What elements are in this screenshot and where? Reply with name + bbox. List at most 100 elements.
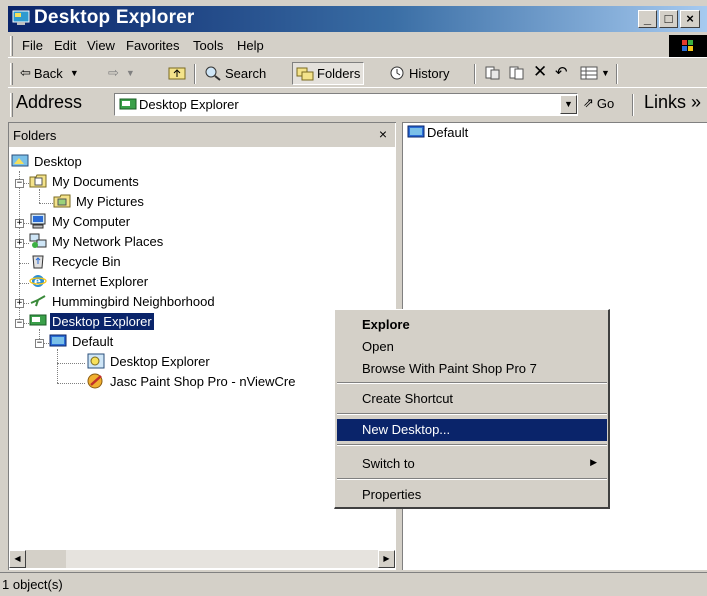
move-to-button[interactable] (484, 65, 502, 81)
folders-button[interactable]: Folders (292, 62, 365, 85)
desktop-explorer-app-icon[interactable] (12, 10, 30, 26)
context-menu-switch-to[interactable]: Switch to ▶ (337, 453, 607, 475)
tree-item-my-pictures[interactable]: My Pictures (53, 191, 146, 211)
scroll-left-button[interactable]: ◀ (9, 550, 26, 568)
internet-explorer-icon: e (29, 275, 47, 288)
links-button[interactable]: Links » (644, 92, 701, 113)
tree-item-paint-shop-pro[interactable]: Jasc Paint Shop Pro - nViewCre (87, 371, 297, 391)
history-label: History (409, 65, 450, 81)
status-text: 1 object(s) (2, 577, 63, 592)
copy-to-button[interactable] (508, 65, 526, 81)
svg-text:e: e (34, 275, 41, 288)
tree-item-label: My Network Places (52, 233, 164, 249)
address-grip[interactable] (10, 93, 13, 117)
menu-favorites[interactable]: Favorites (126, 38, 179, 53)
content-item-label: Default (427, 124, 469, 140)
explorer-window: Desktop Explorer _ □ × File Edit View Fa… (0, 0, 707, 596)
expand-network-places-toggle[interactable]: + (15, 239, 24, 248)
folders-horizontal-scrollbar[interactable]: ◀ ▶ (9, 550, 395, 568)
tree-item-my-computer[interactable]: My Computer (29, 211, 132, 231)
history-icon (390, 66, 404, 80)
content-item-default[interactable]: Default (407, 124, 468, 140)
tree-connector (39, 203, 53, 204)
hummingbird-icon (30, 295, 46, 307)
context-menu-new-desktop[interactable]: New Desktop... (337, 419, 607, 441)
desktop-folder-icon (407, 125, 425, 138)
scroll-thumb[interactable] (26, 550, 66, 568)
maximize-button[interactable]: □ (659, 10, 678, 28)
tree-item-my-documents[interactable]: My Documents (29, 171, 141, 191)
title-bar[interactable]: Desktop Explorer _ □ × (8, 6, 707, 32)
menu-tools[interactable]: Tools (193, 38, 223, 53)
tree-item-default[interactable]: Default (49, 331, 115, 351)
window-title: Desktop Explorer (34, 7, 195, 28)
tree-item-label: Recycle Bin (52, 253, 121, 269)
menu-help[interactable]: Help (237, 38, 264, 53)
up-folder-icon (168, 67, 186, 80)
recycle-bin-icon (32, 255, 44, 269)
back-arrow-icon: ⇦ (20, 65, 31, 80)
desktop-icon (11, 154, 29, 167)
views-button[interactable]: ▼ (580, 65, 610, 81)
collapse-my-documents-toggle[interactable]: − (15, 179, 24, 188)
menu-edit[interactable]: Edit (54, 38, 76, 53)
address-input[interactable]: Desktop Explorer (114, 93, 578, 116)
tree-item-my-network-places[interactable]: My Network Places (29, 231, 165, 251)
windows-logo-icon (669, 35, 707, 57)
toolbar-separator (616, 64, 618, 84)
desktop-explorer-shortcut-icon (87, 353, 105, 369)
forward-dropdown-icon[interactable]: ▼ (126, 68, 135, 78)
back-dropdown-icon[interactable]: ▼ (70, 68, 79, 78)
history-button[interactable]: History (388, 65, 449, 81)
tree-item-hummingbird-neighborhood[interactable]: Hummingbird Neighborhood (29, 291, 217, 311)
expand-hummingbird-toggle[interactable]: + (15, 299, 24, 308)
toolbar-separator (474, 64, 476, 84)
context-menu-browse-with-paint-shop-pro[interactable]: Browse With Paint Shop Pro 7 (337, 358, 607, 380)
address-dropdown-button[interactable]: ▼ (560, 95, 577, 114)
expand-my-computer-toggle[interactable]: + (15, 219, 24, 228)
desktop-explorer-icon (29, 314, 47, 326)
menu-grip[interactable] (10, 36, 13, 56)
scroll-right-button[interactable]: ▶ (378, 550, 395, 568)
context-menu-open[interactable]: Open (337, 336, 607, 358)
search-label: Search (225, 65, 267, 81)
context-menu-properties[interactable]: Properties (337, 484, 607, 506)
minimize-button[interactable]: _ (638, 10, 657, 28)
views-dropdown-icon[interactable]: ▼ (601, 68, 610, 78)
context-menu-separator (337, 444, 607, 446)
folders-pane-close-button[interactable]: × (379, 126, 387, 142)
context-menu-create-shortcut[interactable]: Create Shortcut (337, 388, 607, 410)
views-icon (580, 66, 598, 80)
search-icon (205, 66, 221, 81)
tree-item-label: Jasc Paint Shop Pro - nViewCre (110, 373, 296, 389)
tree-item-recycle-bin[interactable]: Recycle Bin (29, 251, 123, 271)
menu-file[interactable]: File (22, 38, 43, 53)
back-button[interactable]: ⇦ Back ▼ (20, 65, 79, 81)
tree-item-label: Internet Explorer (52, 273, 149, 289)
tree-item-internet-explorer[interactable]: e Internet Explorer (29, 271, 150, 291)
tree-item-label: My Pictures (76, 193, 144, 209)
go-button[interactable]: ⇗ Go (583, 95, 614, 111)
desktop-explorer-address-icon (119, 98, 137, 115)
tree-item-desktop[interactable]: Desktop (11, 151, 84, 171)
folders-label: Folders (317, 66, 361, 81)
tree-item-desktop-explorer[interactable]: Desktop Explorer (29, 311, 154, 331)
context-menu-separator (337, 478, 607, 480)
folders-icon (296, 67, 314, 80)
up-folder-button[interactable] (168, 65, 186, 81)
close-button[interactable]: × (680, 10, 700, 28)
collapse-desktop-explorer-toggle[interactable]: − (15, 319, 24, 328)
tree-item-desktop-explorer-shortcut[interactable]: Desktop Explorer (87, 351, 212, 371)
delete-icon[interactable]: ✕ (533, 62, 547, 82)
forward-button[interactable]: ⇨ ▼ (108, 65, 135, 81)
tree-connector (39, 189, 40, 203)
tree-item-label: Default (72, 333, 114, 349)
folders-pane-title: Folders (13, 128, 57, 143)
tree-connector (19, 263, 29, 264)
undo-icon[interactable]: ↶ (555, 63, 568, 81)
toolbar-grip[interactable] (10, 63, 13, 85)
menu-view[interactable]: View (87, 38, 115, 53)
context-menu-explore[interactable]: Explore (337, 314, 607, 336)
search-button[interactable]: Search (204, 65, 266, 81)
collapse-default-toggle[interactable]: − (35, 339, 44, 348)
